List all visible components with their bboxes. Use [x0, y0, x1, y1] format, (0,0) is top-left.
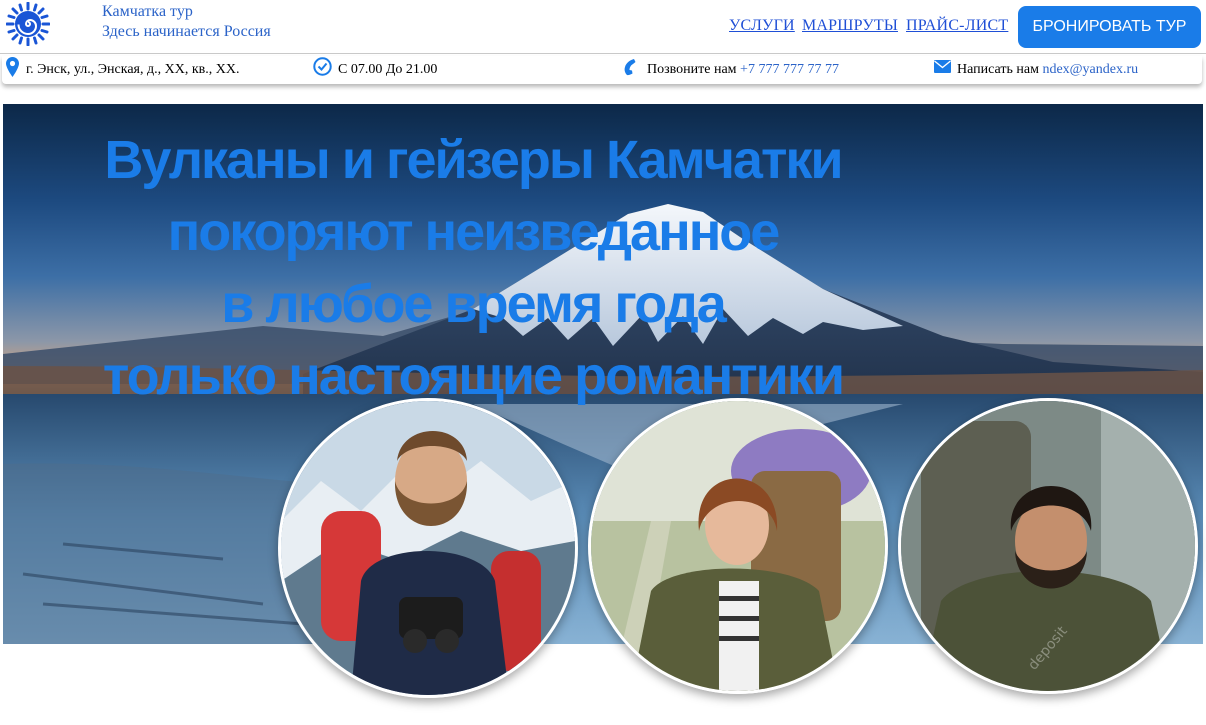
spiral-sun-logo-icon[interactable] — [6, 2, 50, 46]
brand-block: Камчатка тур Здесь начинается Россия — [102, 2, 271, 42]
contact-info-bar: г. Энск, ул., Энская, д., XX, кв., XX. С… — [2, 56, 1202, 84]
bearded-hiker-photo[interactable] — [278, 398, 578, 698]
envelope-icon — [934, 60, 951, 73]
email-link[interactable]: ndex@yandex.ru — [1042, 62, 1138, 77]
phone-link[interactable]: +7 777 777 77 77 — [740, 62, 839, 77]
brand-slogan: Здесь начинается Россия — [102, 23, 271, 40]
hero-line-1: Вулканы и гейзеры Камчатки — [104, 130, 843, 190]
man-hiker-photo[interactable]: deposit — [898, 398, 1198, 694]
hero-line-2: покоряют неизведанное — [167, 202, 781, 262]
nav-link-price-list[interactable]: ПРАЙС-ЛИСТ — [906, 16, 1008, 36]
brand-title[interactable]: Камчатка тур — [102, 2, 271, 22]
location-pin-icon — [6, 57, 19, 77]
write-us-block: Написать нам ndex@yandex.ru — [957, 61, 1138, 79]
book-tour-button[interactable]: БРОНИРОВАТЬ ТУР — [1018, 6, 1201, 48]
address-text: г. Энск, ул., Энская, д., XX, кв., XX. — [26, 62, 240, 77]
hero-line-4: только настоящие романтики — [102, 346, 845, 406]
phone-icon — [624, 59, 636, 76]
clock-check-icon — [313, 57, 332, 76]
bearded-hiker-image — [281, 401, 575, 695]
nav-link-services[interactable]: УСЛУГИ — [729, 16, 795, 36]
woman-hiker-photo[interactable] — [588, 398, 888, 694]
man-hiker-image: deposit — [901, 401, 1195, 691]
woman-hiker-image — [591, 401, 885, 691]
call-us-block: Позвоните нам +7 777 777 77 77 — [647, 61, 839, 79]
hero-headline: Вулканы и гейзеры Камчатки покоряют неиз… — [43, 124, 903, 412]
nav-link-routes[interactable]: МАРШРУТЫ — [802, 16, 898, 36]
write-us-label: Написать нам — [957, 62, 1039, 77]
hero-line-3: в любое время года — [221, 274, 727, 334]
site-header: Камчатка тур Здесь начинается Россия УСЛ… — [0, 0, 1206, 54]
working-hours-text: С 07.00 До 21.00 — [338, 62, 438, 77]
call-us-label: Позвоните нам — [647, 62, 737, 77]
